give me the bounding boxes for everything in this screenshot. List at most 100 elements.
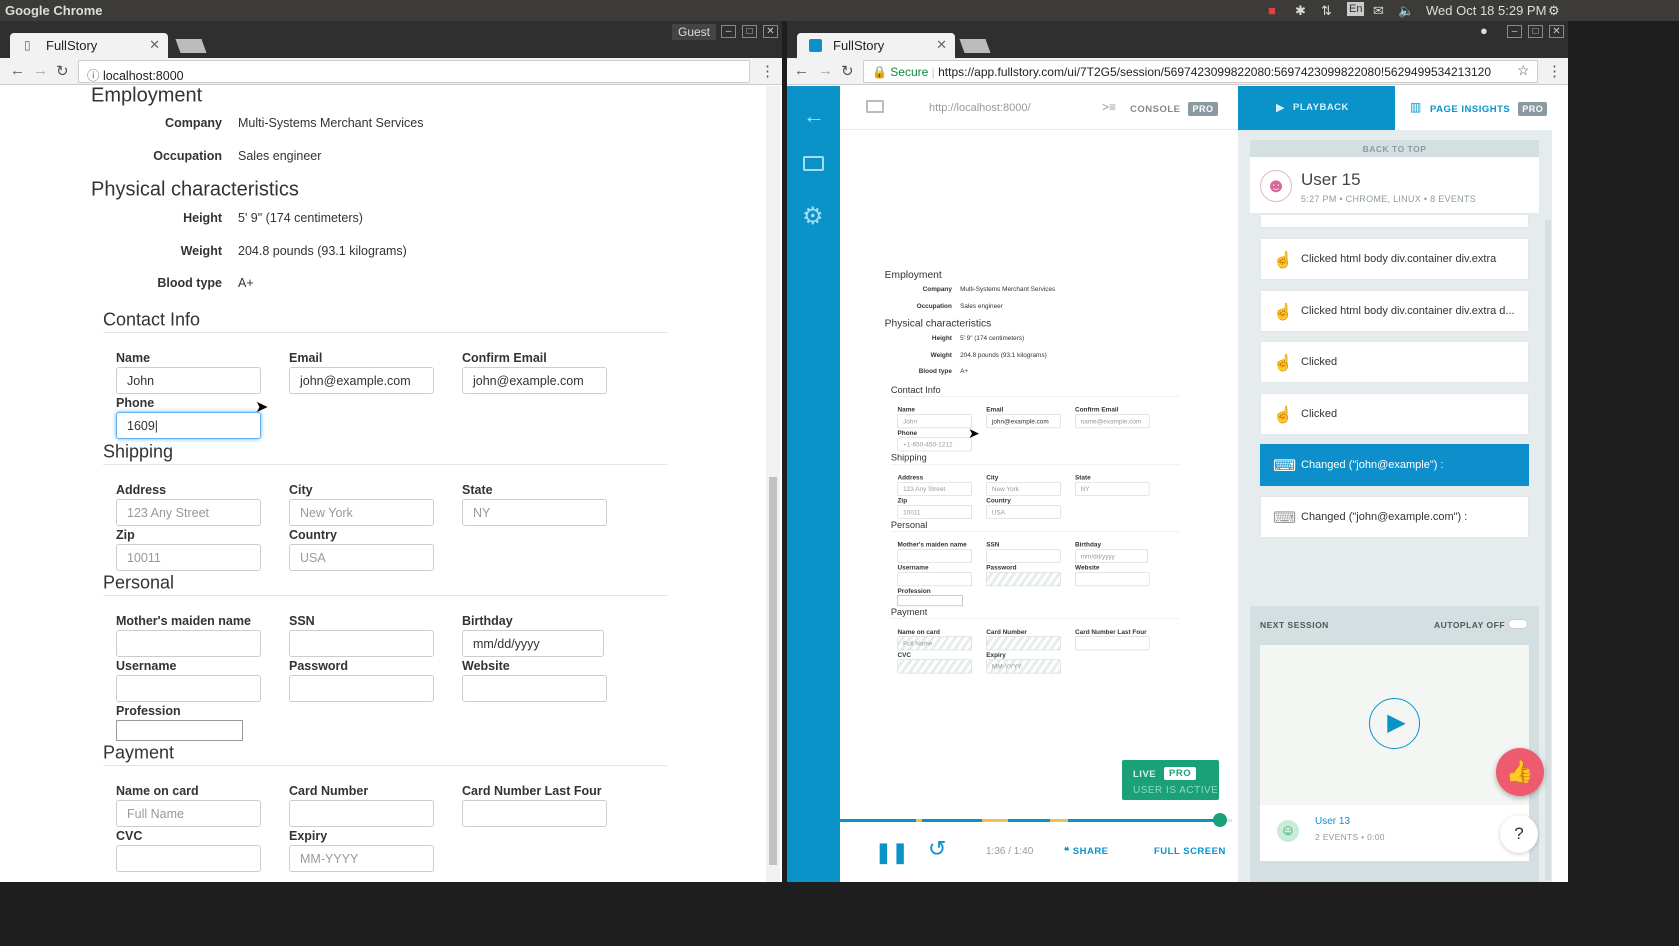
reload-icon[interactable]: ↻ — [56, 62, 69, 80]
close-tab-icon[interactable]: ✕ — [149, 37, 160, 53]
play-next-session-button[interactable]: ▶ — [1369, 698, 1420, 749]
close-window-button[interactable]: ✕ — [763, 25, 778, 38]
zip-input[interactable]: 10011 — [116, 544, 261, 571]
skip-back-button[interactable]: ↺ — [928, 836, 946, 862]
pause-button[interactable]: ❚❚ — [875, 840, 909, 865]
tab-playback[interactable]: ▶ PLAYBACK — [1238, 86, 1395, 130]
minimize-button[interactable]: – — [1507, 25, 1522, 38]
cvc-input[interactable] — [116, 845, 261, 872]
address-bar[interactable]: 🔒 Secure | https://app.fullstory.com/ui/… — [863, 60, 1538, 83]
zip-input[interactable]: 10011 — [897, 504, 973, 519]
profession-input[interactable] — [116, 720, 243, 741]
help-button[interactable]: ? — [1500, 815, 1538, 853]
timeline-track[interactable] — [840, 813, 1232, 827]
tab-fullstory-app[interactable]: FullStory ✕ — [797, 33, 955, 58]
session-replay-viewport[interactable]: Employment Company Multi-Systems Merchant … — [840, 130, 1238, 815]
event-list-item[interactable]: ☝ Clicked html body div.container div.ext… — [1260, 290, 1529, 332]
email-input[interactable]: john@example.com — [986, 414, 1061, 428]
profession-input[interactable] — [897, 595, 963, 606]
panel-scrollbar[interactable] — [1545, 220, 1551, 880]
clock[interactable]: Wed Oct 18 5:29 PM — [1426, 3, 1546, 18]
card-number-input[interactable] — [986, 636, 1061, 651]
close-window-button[interactable]: ✕ — [1549, 25, 1564, 38]
password-input[interactable] — [289, 675, 434, 702]
confirm-email-input[interactable]: john@example.com — [462, 367, 607, 394]
profile-icon[interactable]: ● — [1480, 23, 1488, 38]
menu-icon[interactable]: ⋮ — [760, 62, 775, 80]
new-tab-button[interactable] — [175, 39, 207, 53]
reload-icon[interactable]: ↻ — [841, 62, 854, 80]
address-input[interactable]: 123 Any Street — [116, 499, 261, 526]
ssn-input[interactable] — [289, 630, 434, 657]
next-session-user[interactable]: ☺ User 13 2 EVENTS • 0:00 — [1260, 805, 1529, 861]
event-list-item[interactable]: ⌨ Changed ("john@example") : — [1260, 444, 1529, 486]
autoplay-toggle[interactable] — [1508, 619, 1528, 629]
feedback-thumbs-button[interactable]: 👍 — [1496, 748, 1544, 796]
forward-icon[interactable]: → — [33, 62, 48, 79]
vertical-scrollbar[interactable] — [766, 86, 780, 882]
country-input[interactable]: USA — [986, 504, 1061, 519]
user-name[interactable]: User 15 — [1301, 170, 1361, 190]
confirm-email-input[interactable]: name@example.com — [1075, 414, 1150, 428]
expiry-input[interactable]: MM-YYYY — [289, 845, 434, 872]
minimize-button[interactable]: – — [721, 25, 736, 38]
phone-input[interactable]: +1-650-450-1212 — [897, 437, 973, 451]
new-tab-button[interactable] — [959, 39, 991, 53]
name-on-card-input[interactable]: Full Name — [116, 800, 261, 827]
city-input[interactable]: New York — [986, 481, 1061, 496]
city-input[interactable]: New York — [289, 499, 434, 526]
sessions-stack-icon[interactable] — [803, 156, 824, 171]
settings-icon[interactable]: ⚙ — [1548, 3, 1560, 19]
back-icon[interactable]: ← — [10, 62, 25, 79]
state-input[interactable]: NY — [1075, 481, 1150, 496]
close-tab-icon[interactable]: ✕ — [936, 37, 947, 53]
record-icon[interactable]: ■ — [1268, 3, 1276, 18]
menu-icon[interactable]: ⋮ — [1547, 62, 1562, 80]
extension-icon[interactable]: ✱ — [1295, 3, 1306, 19]
username-input[interactable] — [897, 572, 973, 586]
state-input[interactable]: NY — [462, 499, 607, 526]
event-list-item[interactable]: ⌨ Changed ("john@example.com") : — [1260, 496, 1529, 538]
maximize-button[interactable]: □ — [742, 25, 757, 38]
bookmark-star-icon[interactable]: ☆ — [1517, 62, 1530, 79]
cvc-input[interactable] — [897, 659, 973, 674]
ssn-input[interactable] — [986, 548, 1061, 563]
tab-page-insights[interactable]: ▥ PAGE INSIGHTS PRO — [1395, 86, 1552, 130]
back-arrow-icon[interactable]: ← — [803, 103, 825, 129]
website-input[interactable] — [462, 675, 607, 702]
user-card[interactable]: ☻ User 15 5:27 PM • CHROME, LINUX • 8 EV… — [1250, 157, 1539, 213]
maximize-button[interactable]: □ — [1528, 25, 1543, 38]
forward-icon[interactable]: → — [818, 62, 833, 79]
name-input[interactable]: John — [897, 414, 973, 428]
back-to-top-button[interactable]: BACK TO TOP — [1250, 140, 1539, 157]
network-icon[interactable]: ⇅ — [1321, 3, 1332, 19]
event-list-item[interactable]: ☝ Clicked — [1260, 341, 1529, 383]
gear-icon[interactable]: ⚙ — [802, 205, 824, 229]
expiry-input[interactable]: MM-YYYY — [986, 659, 1061, 674]
event-list-item[interactable]: ☝ Clicked html body div.container div.ext… — [1260, 238, 1529, 280]
card-number-input[interactable] — [289, 800, 434, 827]
password-input[interactable] — [986, 572, 1061, 586]
console-tab[interactable]: CONSOLE PRO — [1130, 102, 1218, 116]
address-input[interactable]: 123 Any Street — [897, 481, 973, 496]
mail-icon[interactable]: ✉ — [1373, 3, 1384, 19]
scrollbar-thumb[interactable] — [769, 477, 777, 865]
email-input[interactable]: john@example.com — [289, 367, 434, 394]
username-input[interactable] — [116, 675, 261, 702]
website-input[interactable] — [1075, 572, 1150, 586]
timeline-scrubber[interactable] — [1213, 813, 1228, 827]
card-number-last-four-input[interactable] — [462, 800, 607, 827]
address-bar[interactable]: ⓘ localhost:8000 — [78, 60, 750, 83]
birthday-input[interactable]: mm/dd/yyyy — [1075, 548, 1149, 563]
next-session-preview[interactable]: ▶ — [1260, 645, 1529, 805]
guest-profile-label[interactable]: Guest — [672, 24, 717, 40]
live-indicator[interactable]: LIVE PRO USER IS ACTIVE — [1122, 760, 1219, 800]
name-on-card-input[interactable]: Full Name — [897, 636, 973, 651]
recorded-page-url[interactable]: http://localhost:8000/ — [929, 102, 1031, 114]
tab-fullstory-local[interactable]: ▯ FullStory ✕ — [10, 33, 168, 58]
country-input[interactable]: USA — [289, 544, 434, 571]
back-icon[interactable]: ← — [794, 62, 809, 79]
card-number-last-four-input[interactable] — [1075, 636, 1150, 651]
phone-input[interactable]: 1609| — [116, 412, 261, 439]
fullscreen-button[interactable]: FULL SCREEN — [1154, 846, 1226, 857]
